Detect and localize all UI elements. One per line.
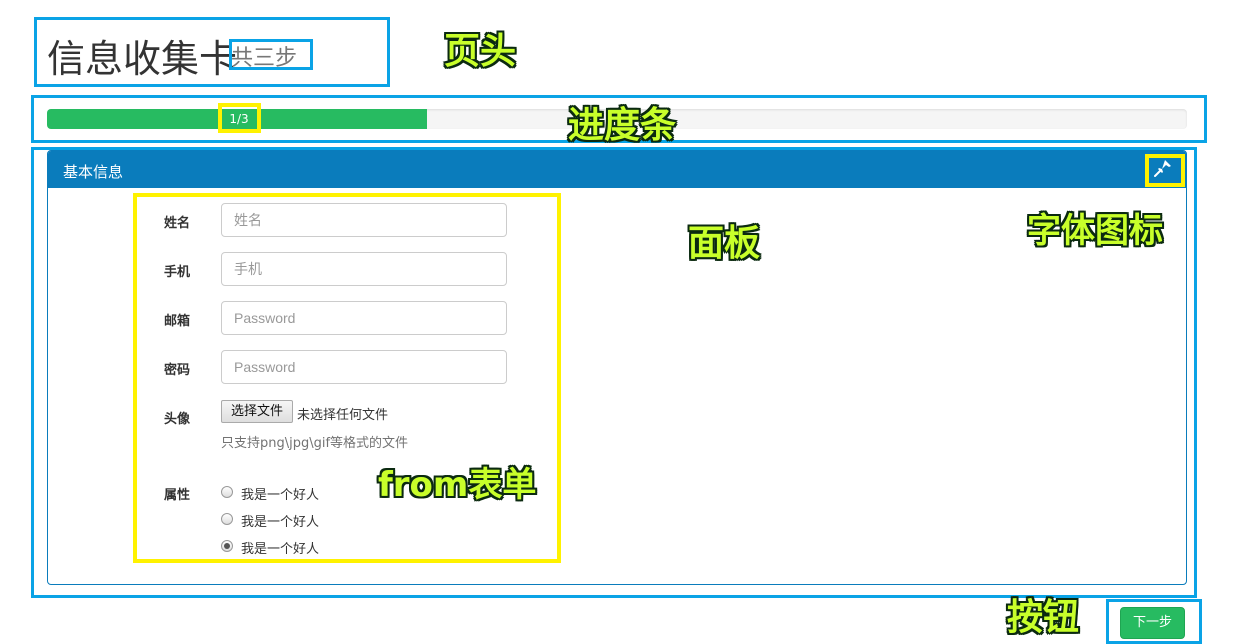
label-phone: 手机 <box>164 265 191 280</box>
panel-heading: 基本信息 <box>48 151 1186 188</box>
label-attr: 属性 <box>164 488 191 503</box>
next-step-button[interactable]: 下一步 <box>1120 607 1185 639</box>
label-password: 密码 <box>164 363 191 378</box>
attr-radio-3[interactable] <box>221 540 233 552</box>
name-input[interactable] <box>221 203 507 237</box>
attr-radio-label-1: 我是一个好人 <box>241 488 320 503</box>
pushpin-icon[interactable] <box>1154 159 1174 179</box>
avatar-help-text: 只支持png\jpg\gif等格式的文件 <box>221 436 409 451</box>
password-input[interactable] <box>221 350 507 384</box>
attr-radio-label-3: 我是一个好人 <box>241 542 320 557</box>
choose-file-button[interactable]: 选择文件 <box>221 400 293 423</box>
annotation-header: 页头 <box>444 31 517 72</box>
info-panel: 基本信息 <box>47 150 1187 585</box>
panel-title: 基本信息 <box>63 163 124 181</box>
annotation-form: from表单 <box>378 465 537 505</box>
label-name: 姓名 <box>164 216 191 231</box>
page-title: 信息收集卡 <box>47 37 238 81</box>
progress-label: 1/3 <box>229 112 249 126</box>
annotation-progress: 进度条 <box>568 105 677 146</box>
annotation-font-icon: 字体图标 <box>1027 211 1163 251</box>
attr-radio-1[interactable] <box>221 486 233 498</box>
email-input[interactable] <box>221 301 507 335</box>
annotation-button: 按钮 <box>1007 597 1080 638</box>
label-avatar: 头像 <box>164 412 191 427</box>
annotation-panel: 面板 <box>688 223 761 264</box>
attr-radio-label-2: 我是一个好人 <box>241 515 320 530</box>
label-email: 邮箱 <box>164 314 191 329</box>
phone-input[interactable] <box>221 252 507 286</box>
page-subtitle: 共三步 <box>231 46 298 71</box>
file-status-text: 未选择任何文件 <box>297 408 389 423</box>
attr-radio-2[interactable] <box>221 513 233 525</box>
